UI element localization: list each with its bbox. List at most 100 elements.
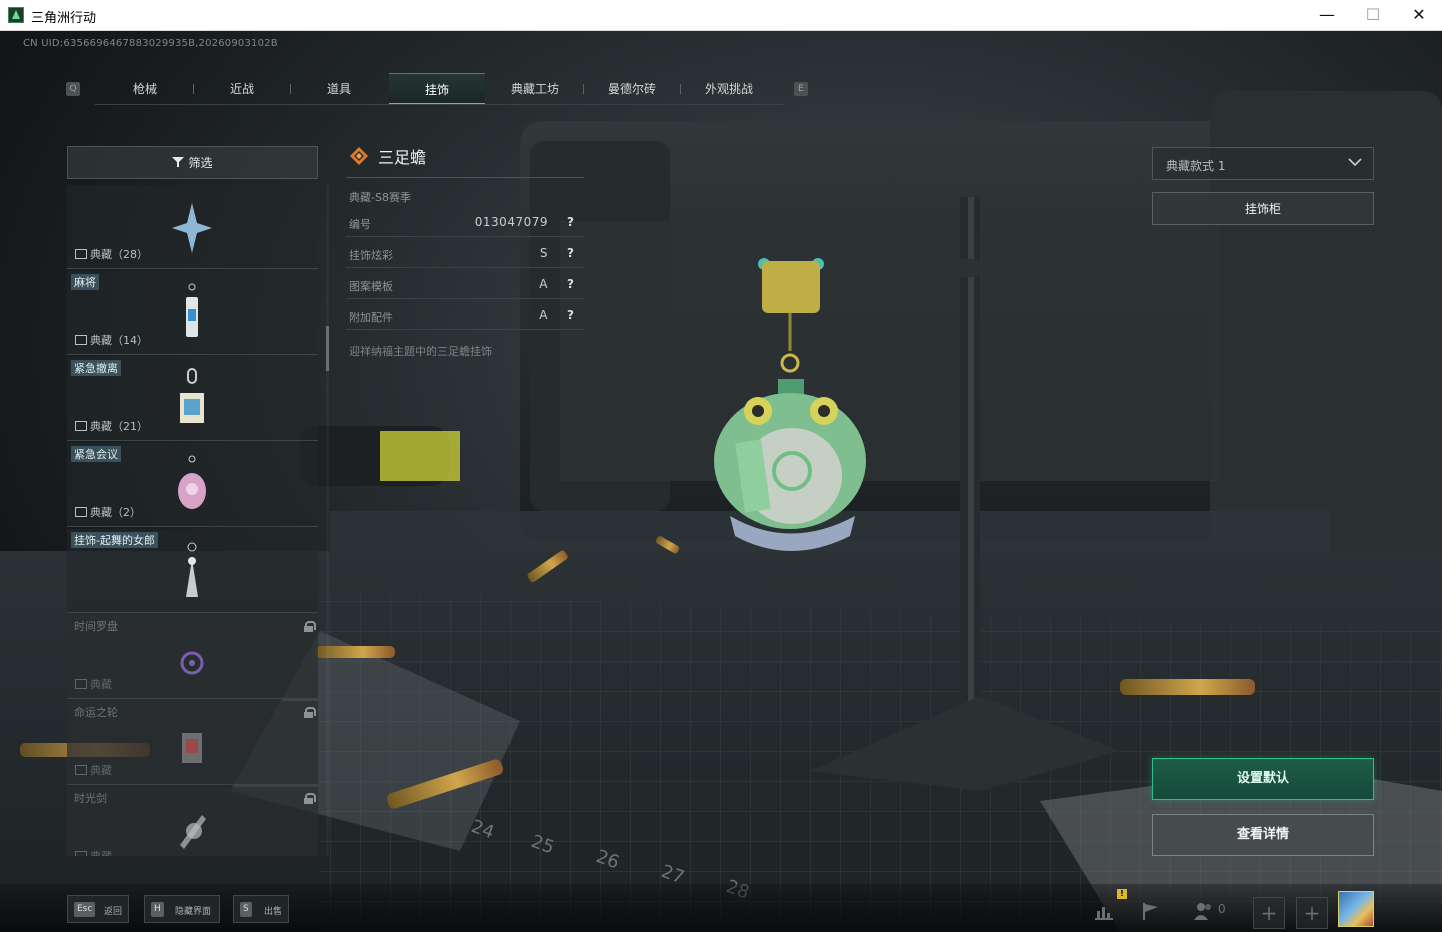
image-icon	[75, 679, 87, 689]
star-charm-thumbnail	[172, 203, 212, 253]
lock-icon	[304, 793, 316, 804]
list-item[interactable]: 紧急会议 典藏（2）	[67, 443, 318, 527]
property-value: S	[539, 246, 548, 260]
list-item-tier: 典藏（14）	[75, 332, 148, 348]
charm-list: 典藏（28） 麻将 典藏（14） 紧急撤离 典藏（21） 紧急会议 典藏（2） …	[67, 185, 318, 856]
list-item-name: 时光剑	[74, 792, 107, 805]
list-scrollbar-track[interactable]	[326, 185, 329, 856]
nav-prev-key-hint[interactable]: Q	[66, 82, 80, 96]
filter-label: 筛选	[188, 156, 213, 170]
add-slot-button[interactable]: +	[1296, 897, 1328, 929]
minimize-button[interactable]: —	[1304, 0, 1350, 31]
key-cap: S	[240, 902, 252, 917]
image-icon	[75, 851, 87, 856]
property-label: 图案模板	[349, 280, 393, 293]
help-icon[interactable]: ?	[567, 215, 574, 229]
property-label: 挂饰炫彩	[349, 249, 393, 262]
charm-title: 三足蟾	[378, 148, 427, 167]
charm-cabinet-button[interactable]: 挂饰柜	[1152, 192, 1374, 225]
close-button[interactable]: ✕	[1396, 0, 1442, 31]
view-details-button[interactable]: 查看详情	[1152, 814, 1374, 856]
uid-label: CN UID:6356696467883029935B,20260903102B	[23, 38, 278, 49]
tab-melee[interactable]: 近战	[194, 73, 290, 105]
property-value: A	[539, 277, 548, 291]
season-label: 典藏-S8赛季	[349, 191, 411, 204]
hint-label: 返回	[104, 907, 123, 917]
top-nav: Q 枪械 近战 道具 挂饰 典藏工坊 曼德尔砖 外观挑战 E	[0, 73, 820, 105]
list-item[interactable]: 时光剑 典藏	[67, 787, 318, 856]
lock-icon	[304, 621, 316, 632]
chevron-down-icon	[1348, 158, 1362, 167]
dancer-charm-thumbnail	[186, 542, 198, 597]
property-value: A	[539, 308, 548, 322]
list-item[interactable]: 紧急撤离 典藏（21）	[67, 357, 318, 441]
evacuation-charm-thumbnail	[180, 368, 204, 423]
key-cap: Esc	[74, 902, 96, 917]
window-titlebar: 三角洲行动 — ☐ ✕	[0, 0, 1442, 31]
list-item-tier: 典藏（28）	[75, 246, 148, 262]
filter-button[interactable]: 筛选	[67, 146, 318, 179]
list-item-tier: 典藏（21）	[75, 418, 148, 434]
property-row-serial: 编号 013047079 ?	[346, 210, 584, 237]
help-icon[interactable]: ?	[567, 277, 574, 291]
hint-label: 隐藏界面	[175, 907, 212, 917]
charm-description: 迎祥纳福主题中的三足蟾挂饰	[349, 345, 492, 358]
set-default-button[interactable]: 设置默认	[1152, 758, 1374, 800]
tab-mandel-brick[interactable]: 曼德尔砖	[584, 73, 680, 105]
tab-appearance-challenge[interactable]: 外观挑战	[681, 73, 777, 105]
list-item-name: 挂饰-起舞的女郎	[71, 532, 158, 548]
list-item-name: 紧急会议	[71, 446, 121, 462]
help-icon[interactable]: ?	[567, 246, 574, 260]
rarity-diamond-icon	[350, 147, 368, 165]
list-item[interactable]: 典藏（28）	[67, 185, 318, 269]
list-item-tier: 典藏	[75, 762, 112, 778]
add-slot-button[interactable]: +	[1253, 897, 1285, 929]
property-row-color: 挂饰炫彩 S ?	[346, 241, 584, 268]
back-hint-button[interactable]: Esc 返回	[67, 895, 129, 923]
meeting-charm-thumbnail	[178, 455, 206, 509]
detail-divider	[346, 177, 584, 178]
property-value: 013047079	[474, 215, 548, 229]
notification-badge: !	[1117, 889, 1127, 899]
image-icon	[75, 507, 87, 517]
sword-charm-thumbnail	[180, 815, 206, 849]
list-item[interactable]: 时间罗盘 典藏	[67, 615, 318, 699]
tab-firearms[interactable]: 枪械	[97, 73, 193, 105]
list-item[interactable]: 命运之轮 典藏	[67, 701, 318, 785]
list-item[interactable]: 挂饰-起舞的女郎	[67, 529, 318, 613]
help-icon[interactable]: ?	[567, 308, 574, 322]
window-title: 三角洲行动	[31, 11, 97, 26]
hide-ui-hint-button[interactable]: H 隐藏界面	[144, 895, 220, 923]
list-item-name: 紧急撤离	[71, 360, 121, 376]
compass-charm-thumbnail	[180, 651, 204, 675]
list-item-name: 麻将	[71, 274, 99, 290]
tab-items[interactable]: 道具	[291, 73, 387, 105]
bottom-bar: Esc 返回 H 隐藏界面 S 出售 0 + +	[0, 884, 1442, 932]
player-avatar[interactable]	[1338, 891, 1374, 927]
nav-divider	[95, 104, 785, 105]
image-icon	[75, 249, 87, 259]
app-logo-icon	[8, 7, 24, 23]
list-item-tier: 典藏	[75, 676, 112, 692]
tab-collection-workshop[interactable]: 典藏工坊	[487, 73, 583, 105]
tab-charms[interactable]: 挂饰	[389, 73, 485, 105]
stats-icon[interactable]	[1093, 901, 1115, 921]
sell-hint-button[interactable]: S 出售	[233, 895, 289, 923]
image-icon	[75, 765, 87, 775]
nav-next-key-hint[interactable]: E	[794, 82, 808, 96]
filter-icon	[172, 157, 185, 167]
property-row-accessory: 附加配件 A ?	[346, 303, 584, 330]
flag-icon[interactable]	[1140, 901, 1162, 921]
key-cap: H	[151, 902, 164, 917]
friends-icon[interactable]	[1193, 901, 1215, 921]
list-item[interactable]: 麻将 典藏（14）	[67, 271, 318, 355]
list-item-tier: 典藏（2）	[75, 504, 141, 520]
style-select[interactable]: 典藏款式 1	[1152, 147, 1374, 180]
lock-icon	[304, 707, 316, 718]
maximize-button[interactable]: ☐	[1350, 0, 1396, 31]
wheel-charm-thumbnail	[182, 733, 202, 763]
property-label: 附加配件	[349, 311, 393, 324]
list-scrollbar-thumb[interactable]	[326, 326, 329, 371]
mahjong-charm-thumbnail	[186, 283, 198, 337]
list-item-tier: 典藏	[75, 848, 112, 856]
